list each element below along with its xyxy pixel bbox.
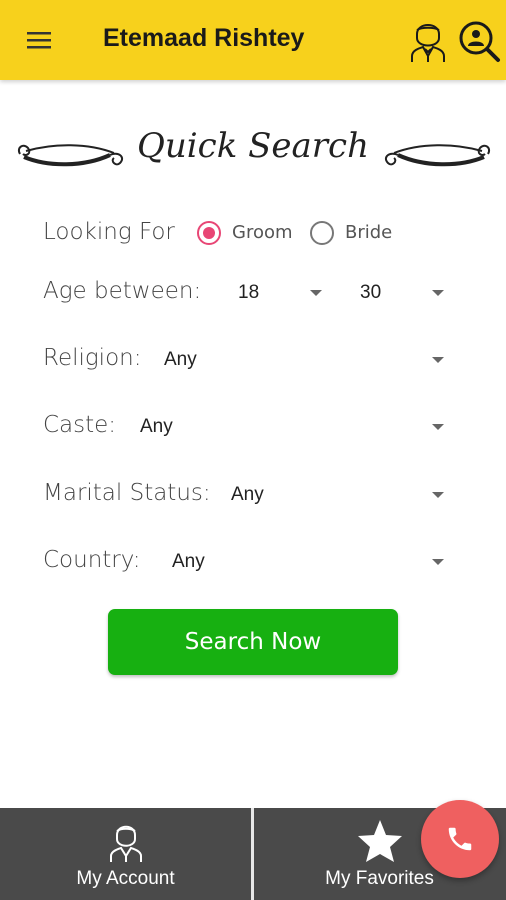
looking-for-label: Looking For	[43, 219, 175, 245]
chevron-down-icon	[310, 290, 322, 296]
country-select[interactable]: Any	[168, 545, 452, 579]
my-account-tab[interactable]: My Account	[0, 808, 251, 900]
marital-status-label: Marital Status:	[43, 480, 211, 506]
caste-value: Any	[140, 416, 173, 437]
search-profile-icon	[459, 21, 500, 62]
bride-radio[interactable]	[310, 221, 334, 245]
country-label: Country:	[43, 547, 141, 573]
religion-select[interactable]: Any	[160, 343, 452, 377]
groom-radio[interactable]	[197, 221, 221, 245]
quick-search-heading-row: Quick Search	[0, 120, 506, 184]
bride-radio-label: Bride	[345, 222, 393, 243]
ornament-right-icon	[384, 144, 490, 167]
marital-status-value: Any	[231, 484, 264, 505]
hamburger-menu-icon	[27, 32, 51, 49]
religion-label: Religion:	[43, 345, 142, 371]
my-account-label: My Account	[76, 868, 175, 889]
user-avatar-icon	[110, 825, 142, 862]
caste-select[interactable]: Any	[136, 410, 452, 444]
age-between-label: Age between:	[43, 278, 202, 304]
app-title: Etemaad Rishtey	[103, 24, 305, 52]
age-max-select[interactable]: 30	[356, 276, 452, 310]
app-bar: Etemaad Rishtey	[0, 0, 506, 80]
marital-status-select[interactable]: Any	[227, 478, 452, 512]
age-min-select[interactable]: 18	[234, 276, 330, 310]
country-value: Any	[172, 551, 205, 572]
search-now-button[interactable]: Search Now	[108, 609, 398, 675]
profile-button[interactable]	[406, 16, 450, 64]
chevron-down-icon	[432, 290, 444, 296]
chevron-down-icon	[432, 357, 444, 363]
user-profile-icon	[411, 24, 445, 62]
search-profile-button[interactable]	[456, 16, 502, 64]
groom-radio-label: Groom	[232, 222, 293, 243]
call-fab-button[interactable]	[421, 800, 499, 878]
star-icon	[358, 820, 402, 862]
age-min-value: 18	[238, 282, 260, 303]
chevron-down-icon	[432, 559, 444, 565]
age-max-value: 30	[360, 282, 382, 303]
caste-label: Caste:	[43, 412, 117, 438]
chevron-down-icon	[432, 492, 444, 498]
menu-button[interactable]	[22, 24, 58, 56]
religion-value: Any	[164, 349, 197, 370]
phone-icon	[448, 827, 472, 851]
chevron-down-icon	[432, 424, 444, 430]
